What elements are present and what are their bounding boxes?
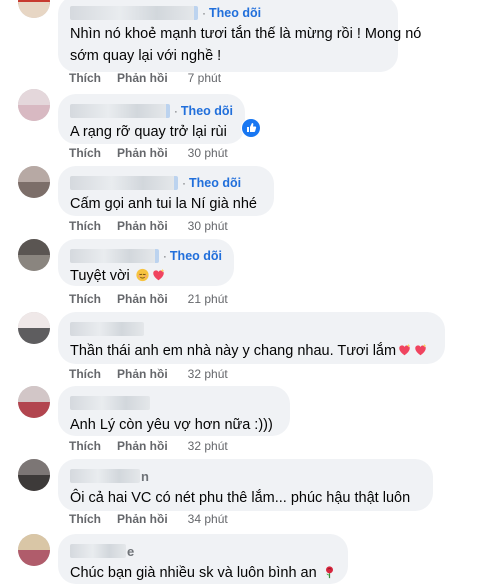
- comment-header: [70, 394, 278, 412]
- comment-text: Nhìn nó khoẻ mạnh tươi tắn thế là mừng r…: [70, 26, 422, 42]
- like-button[interactable]: Thích: [69, 512, 101, 526]
- comment-time[interactable]: 34 phút: [188, 512, 228, 526]
- reply-button[interactable]: Phản hồi: [117, 292, 168, 306]
- comment-time[interactable]: 21 phút: [188, 292, 228, 306]
- comment-header: · Theo dõi: [70, 174, 262, 192]
- commenter-name[interactable]: [70, 249, 159, 263]
- reply-button[interactable]: Phản hồi: [117, 146, 168, 160]
- reply-button[interactable]: Phản hồi: [117, 367, 168, 381]
- comment-actions: Thích Phản hồi 34 phút: [69, 511, 228, 527]
- comment-text: Anh Lý còn yêu vợ hơn nữa :))): [70, 417, 273, 433]
- commenter-name[interactable]: [70, 176, 178, 190]
- comment-bubble: Thần thái anh em nhà này y chang nhau. T…: [58, 312, 445, 364]
- like-button[interactable]: Thích: [69, 439, 101, 453]
- follow-button[interactable]: Theo dõi: [181, 104, 233, 118]
- like-reaction-badge[interactable]: [241, 118, 261, 138]
- comment-actions: Thích Phản hồi 7 phút: [69, 70, 221, 86]
- like-icon: [242, 119, 260, 137]
- comment-bubble: n Ôi cả hai VC có nét phu thê lắm... phú…: [58, 459, 433, 511]
- like-button[interactable]: Thích: [69, 146, 101, 160]
- sparkling-heart-icon: [399, 343, 411, 356]
- sparkling-heart-icon: [415, 343, 427, 356]
- sparkling-heart-icon: [153, 268, 164, 281]
- follow-button[interactable]: Theo dõi: [209, 6, 261, 20]
- comment-text: Ôi cả hai VC có nét phu thê lắm... phúc …: [70, 490, 411, 506]
- like-button[interactable]: Thích: [69, 219, 101, 233]
- comment-bubble: Anh Lý còn yêu vợ hơn nữa :))): [58, 386, 290, 436]
- reply-button[interactable]: Phản hồi: [117, 439, 168, 453]
- avatar[interactable]: [18, 0, 50, 18]
- rose-icon: [325, 566, 333, 579]
- commenter-name[interactable]: e: [127, 544, 134, 559]
- reply-button[interactable]: Phản hồi: [117, 219, 168, 233]
- comment-time[interactable]: 7 phút: [188, 71, 221, 85]
- commenter-name[interactable]: [70, 6, 198, 20]
- avatar[interactable]: [18, 386, 50, 418]
- reply-button[interactable]: Phản hồi: [117, 512, 168, 526]
- commenter-name[interactable]: [70, 396, 150, 410]
- commenter-name[interactable]: [70, 322, 144, 336]
- comment-bubble: · Theo dõi A rạng rỡ quay trở lại rùi: [58, 94, 245, 144]
- avatar[interactable]: [18, 459, 50, 491]
- comment-actions: Thích Phản hồi 30 phút: [69, 145, 228, 161]
- avatar[interactable]: [18, 312, 50, 344]
- comment-text: Cấm gọi anh tui la Ní già nhé: [70, 196, 257, 212]
- relieved-face-icon: [136, 268, 149, 282]
- comment-header: · Theo dõi: [70, 102, 233, 120]
- comment-time[interactable]: 32 phút: [188, 439, 228, 453]
- comment-header: [70, 320, 433, 338]
- reply-button[interactable]: Phản hồi: [117, 71, 168, 85]
- comment-text-line2: sớm quay lại với nghề !: [70, 48, 222, 64]
- like-button[interactable]: Thích: [69, 367, 101, 381]
- comment-text: Chúc bạn già nhiều sk và luôn bình an: [70, 564, 336, 583]
- comment-header: n: [70, 467, 421, 485]
- comment-bubble: · Theo dõi Tuyệt vời: [58, 239, 234, 286]
- avatar[interactable]: [18, 166, 50, 198]
- commenter-name-blurred[interactable]: [70, 544, 126, 558]
- follow-button[interactable]: Theo dõi: [170, 249, 222, 263]
- comment-header: · Theo dõi: [70, 4, 386, 22]
- comment-actions: Thích Phản hồi 30 phút: [69, 218, 228, 234]
- like-button[interactable]: Thích: [69, 292, 101, 306]
- comment-text: A rạng rỡ quay trở lại rùi: [70, 124, 227, 140]
- comment-time[interactable]: 30 phút: [188, 219, 228, 233]
- comment-time[interactable]: 32 phút: [188, 367, 228, 381]
- avatar[interactable]: [18, 239, 50, 271]
- comment-bubble: e Chúc bạn già nhiều sk và luôn bình an: [58, 534, 348, 584]
- avatar[interactable]: [18, 534, 50, 566]
- avatar[interactable]: [18, 89, 50, 121]
- follow-button[interactable]: Theo dõi: [189, 176, 241, 190]
- comment-actions: Thích Phản hồi 21 phút: [69, 291, 228, 307]
- comment-actions: Thích Phản hồi 32 phút: [69, 438, 228, 454]
- comment-bubble: · Theo dõi Nhìn nó khoẻ mạnh tươi tắn th…: [58, 0, 422, 72]
- comment-actions: Thích Phản hồi 32 phút: [69, 366, 228, 382]
- comment-header: e: [70, 542, 336, 560]
- comment-text: Thần thái anh em nhà này y chang nhau. T…: [70, 342, 433, 361]
- commenter-name[interactable]: n: [141, 469, 149, 484]
- comment-time[interactable]: 30 phút: [188, 146, 228, 160]
- comment-text: Tuyệt vời: [70, 267, 222, 286]
- comment-bubble: · Theo dõi Cấm gọi anh tui la Ní già nhé: [58, 166, 274, 216]
- commenter-name[interactable]: [70, 104, 170, 118]
- like-button[interactable]: Thích: [69, 71, 101, 85]
- comment-header: · Theo dõi: [70, 247, 222, 265]
- commenter-name-blurred[interactable]: [70, 469, 140, 483]
